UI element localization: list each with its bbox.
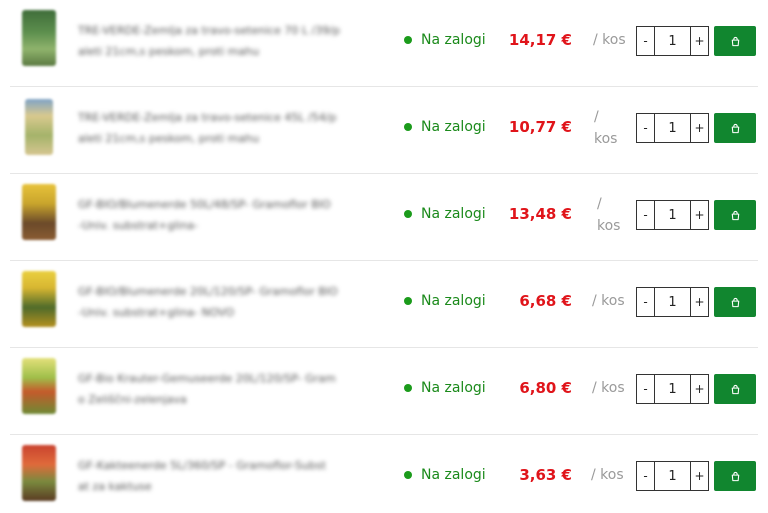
add-to-cart-button[interactable] (714, 374, 756, 404)
product-row: GF-Kakteenerde 5L/360/SP - Gramoflor-Sub… (0, 435, 768, 513)
stock-status: Na zalogi (404, 204, 486, 224)
unit-label: / kos (592, 293, 625, 309)
quantity-input[interactable]: 1 (654, 27, 691, 55)
product-name[interactable]: TRE-VERDE-Zemlja za travo-setenice 45L /… (78, 107, 394, 149)
add-to-cart-button[interactable] (714, 287, 756, 317)
product-thumbnail[interactable] (22, 184, 56, 240)
price: 6,80 € (519, 379, 572, 397)
product-row: GF-Bio Krauter-Gemuseerde 20L/120/SP- Gr… (0, 348, 768, 435)
price: 14,17 € (508, 31, 572, 49)
cart-icon (731, 384, 739, 394)
cart-icon (731, 36, 739, 46)
product-name[interactable]: TRE-VERDE-Zemlja za travo-setenice 70 L … (78, 20, 394, 62)
quantity-stepper: - 1 + (636, 200, 709, 230)
unit-label: / kos (592, 380, 625, 396)
decrease-button[interactable]: - (637, 462, 654, 490)
quantity-stepper: - 1 + (636, 287, 709, 317)
product-thumbnail[interactable] (22, 271, 56, 327)
add-to-cart-button[interactable] (714, 200, 756, 230)
quantity-stepper: - 1 + (636, 113, 709, 143)
decrease-button[interactable]: - (637, 375, 654, 403)
decrease-button[interactable]: - (637, 201, 654, 229)
cart-icon (731, 297, 739, 307)
add-to-cart-button[interactable] (714, 113, 756, 143)
price: 10,77 € (508, 118, 572, 136)
dot-icon (404, 471, 412, 479)
stock-status: Na zalogi (404, 378, 486, 398)
stock-status: Na zalogi (404, 465, 486, 485)
unit-label: / kos (593, 32, 626, 48)
unit-label: / kos (594, 109, 618, 147)
dot-icon (404, 123, 412, 131)
product-thumbnail[interactable] (25, 99, 53, 155)
stock-status: Na zalogi (404, 117, 486, 137)
quantity-input[interactable]: 1 (654, 288, 691, 316)
product-thumbnail[interactable] (22, 445, 56, 501)
dot-icon (404, 297, 412, 305)
increase-button[interactable]: + (691, 288, 708, 316)
decrease-button[interactable]: - (637, 114, 654, 142)
decrease-button[interactable]: - (637, 288, 654, 316)
decrease-button[interactable]: - (637, 27, 654, 55)
price: 3,63 € (519, 466, 572, 484)
increase-button[interactable]: + (691, 375, 708, 403)
product-row: TRE-VERDE-Zemlja za travo-setenice 45L /… (0, 87, 768, 174)
cart-icon (731, 123, 739, 133)
quantity-stepper: - 1 + (636, 461, 709, 491)
increase-button[interactable]: + (691, 27, 708, 55)
product-row: TRE-VERDE-Zemlja za travo-setenice 70 L … (0, 0, 768, 87)
cart-icon (731, 210, 739, 220)
stock-status: Na zalogi (404, 30, 486, 50)
price: 13,48 € (508, 205, 572, 223)
increase-button[interactable]: + (691, 114, 708, 142)
quantity-stepper: - 1 + (636, 26, 709, 56)
unit-label: / kos (597, 196, 621, 234)
stock-status: Na zalogi (404, 291, 486, 311)
product-row: GF-BIO/Blumenerde 50L/48/SP- Gramoflor B… (0, 174, 768, 261)
increase-button[interactable]: + (691, 201, 708, 229)
product-name[interactable]: GF-BIO/Blumenerde 50L/48/SP- Gramoflor B… (78, 194, 394, 236)
dot-icon (404, 36, 412, 44)
quantity-input[interactable]: 1 (654, 114, 691, 142)
dot-icon (404, 210, 412, 218)
product-name[interactable]: GF-BIO/Blumenerde 20L/120/SP- Gramoflor … (78, 281, 394, 323)
cart-icon (731, 471, 739, 481)
quantity-input[interactable]: 1 (654, 375, 691, 403)
add-to-cart-button[interactable] (714, 461, 756, 491)
price: 6,68 € (519, 292, 572, 310)
product-thumbnail[interactable] (22, 358, 56, 414)
product-thumbnail[interactable] (22, 10, 56, 66)
increase-button[interactable]: + (691, 462, 708, 490)
product-row: GF-BIO/Blumenerde 20L/120/SP- Gramoflor … (0, 261, 768, 348)
add-to-cart-button[interactable] (714, 26, 756, 56)
unit-label: / kos (591, 467, 624, 483)
dot-icon (404, 384, 412, 392)
quantity-input[interactable]: 1 (654, 462, 691, 490)
quantity-input[interactable]: 1 (654, 201, 691, 229)
quantity-stepper: - 1 + (636, 374, 709, 404)
product-name[interactable]: GF-Kakteenerde 5L/360/SP - Gramoflor-Sub… (78, 455, 394, 497)
product-name[interactable]: GF-Bio Krauter-Gemuseerde 20L/120/SP- Gr… (78, 368, 394, 410)
